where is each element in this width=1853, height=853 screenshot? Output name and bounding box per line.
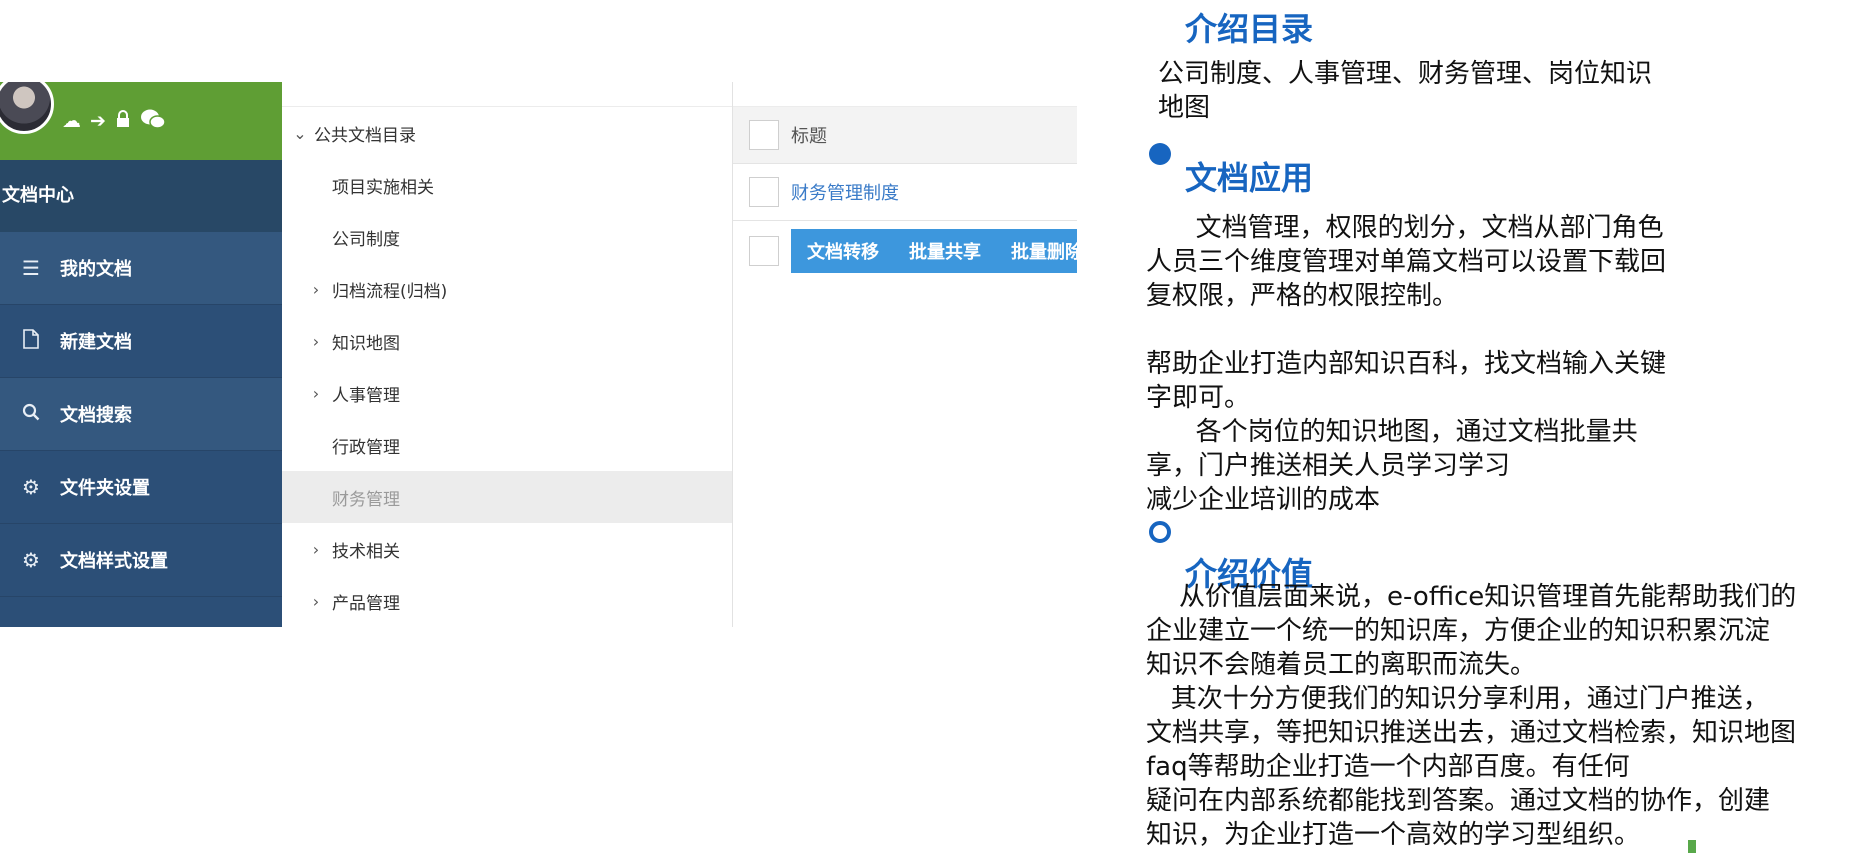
tree-item-label: 财务管理 (332, 489, 400, 510)
batch-action-bar: 文档转移 批量共享 批量删除 (791, 229, 1077, 273)
app-screenshot: ☁ ➔ 文档中心 ☰ 我的文档 新建文档 文档搜索 ⚙ 文件夹设置 ⚙ 文档样式… (0, 82, 1077, 627)
nav-header: 文档中心 (0, 160, 282, 232)
list-toolbar (733, 82, 1077, 107)
select-all-checkbox[interactable] (749, 120, 779, 150)
tree-item[interactable]: › 人事管理 (282, 367, 732, 419)
left-nav: ☁ ➔ 文档中心 ☰ 我的文档 新建文档 文档搜索 ⚙ 文件夹设置 ⚙ 文档样式… (0, 82, 282, 627)
nav-item-new-doc[interactable]: 新建文档 (0, 305, 282, 378)
tree-item[interactable]: 公司制度 (282, 211, 732, 263)
tree-item[interactable]: › 产品管理 (282, 575, 732, 627)
section-body-application: 文档管理，权限的划分，文档从部门角色 人员三个维度管理对单篇文档可以设置下载回 … (1146, 213, 1667, 515)
section-body-catalog: 公司制度、人事管理、财务管理、岗位知识 地图 (1158, 59, 1653, 123)
list-header: 标题 (733, 107, 1077, 164)
avatar[interactable] (0, 82, 54, 134)
nav-item-label: 文件夹设置 (60, 478, 150, 499)
row-checkbox[interactable] (749, 177, 779, 207)
column-title-header: 标题 (791, 126, 827, 147)
nav-item-label: 文档搜索 (60, 405, 132, 426)
cloud-icon[interactable]: ☁ (62, 111, 81, 131)
nav-item-label: 我的文档 (60, 259, 132, 280)
tree-item-selected[interactable]: 财务管理 (282, 471, 732, 523)
lock-icon[interactable] (115, 110, 131, 132)
table-row[interactable]: 财务管理制度 (733, 164, 1077, 221)
tree-item[interactable]: 行政管理 (282, 419, 732, 471)
nav-item-label: 文档样式设置 (60, 551, 168, 572)
batch-share-button[interactable]: 批量共享 (909, 238, 981, 264)
tree-item-label: 项目实施相关 (332, 177, 434, 198)
chevron-right-icon[interactable]: › (308, 540, 324, 559)
user-icons: ☁ ➔ (62, 108, 166, 134)
section-title-application: 文档应用 (1185, 159, 1314, 197)
chevron-right-icon[interactable]: › (308, 384, 324, 403)
transfer-doc-button[interactable]: 文档转移 (807, 238, 879, 264)
list-icon: ☰ (22, 256, 40, 280)
gear-icon: ⚙ (22, 475, 40, 499)
tree-item-label: 归档流程(归档) (332, 281, 448, 302)
user-bar: ☁ ➔ (0, 82, 282, 160)
nav-item-folder-settings[interactable]: ⚙ 文件夹设置 (0, 451, 282, 524)
tree-root-label: 公共文档目录 (314, 125, 416, 146)
tree-item[interactable]: 项目实施相关 (282, 159, 732, 211)
sign-in-icon[interactable]: ➔ (90, 111, 106, 131)
action-checkbox[interactable] (749, 236, 779, 266)
chevron-right-icon[interactable]: › (308, 280, 324, 299)
action-row: 文档转移 批量共享 批量删除 (733, 221, 1077, 281)
nav-item-style-settings[interactable]: ⚙ 文档样式设置 (0, 524, 282, 597)
tree-item-label: 行政管理 (332, 437, 400, 458)
document-link[interactable]: 财务管理制度 (791, 179, 899, 205)
tree-root[interactable]: ⌄ 公共文档目录 (282, 107, 732, 159)
tree-toolbar (282, 82, 732, 107)
tree-item-label: 知识地图 (332, 333, 400, 354)
nav-item-label: 新建文档 (60, 332, 132, 353)
nav-list: ☰ 我的文档 新建文档 文档搜索 ⚙ 文件夹设置 ⚙ 文档样式设置 (0, 232, 282, 597)
corner-mark (1688, 840, 1696, 853)
bullet-filled-icon (1149, 143, 1171, 165)
search-icon (18, 402, 44, 426)
section-title-catalog: 介绍目录 (1185, 10, 1314, 48)
document-list: 标题 财务管理制度 文档转移 批量共享 批量删除 (733, 82, 1077, 627)
chevron-right-icon[interactable]: › (308, 332, 324, 351)
nav-item-my-docs[interactable]: ☰ 我的文档 (0, 232, 282, 305)
section-body-value: 从价值层面来说，e-office知识管理首先能帮助我们的 企业建立一个统一的知识… (1146, 582, 1797, 850)
gear-icon: ⚙ (22, 548, 40, 572)
chevron-down-icon[interactable]: ⌄ (292, 124, 308, 143)
tree-item[interactable]: › 知识地图 (282, 315, 732, 367)
tree-item-label: 技术相关 (332, 541, 400, 562)
file-icon (18, 328, 44, 354)
chevron-right-icon[interactable]: › (308, 592, 324, 611)
wechat-icon[interactable] (140, 108, 166, 134)
tree-item-label: 产品管理 (332, 593, 400, 614)
nav-item-doc-search[interactable]: 文档搜索 (0, 378, 282, 451)
tree-item-label: 公司制度 (332, 229, 400, 250)
folder-tree: ⌄ 公共文档目录 项目实施相关 公司制度 › 归档流程(归档) › 知识地图 ›… (282, 82, 733, 627)
batch-delete-button[interactable]: 批量删除 (1011, 238, 1077, 264)
tree-item[interactable]: › 技术相关 (282, 523, 732, 575)
bullet-ring-icon (1149, 521, 1171, 543)
tree-item-label: 人事管理 (332, 385, 400, 406)
tree-item[interactable]: › 归档流程(归档) (282, 263, 732, 315)
